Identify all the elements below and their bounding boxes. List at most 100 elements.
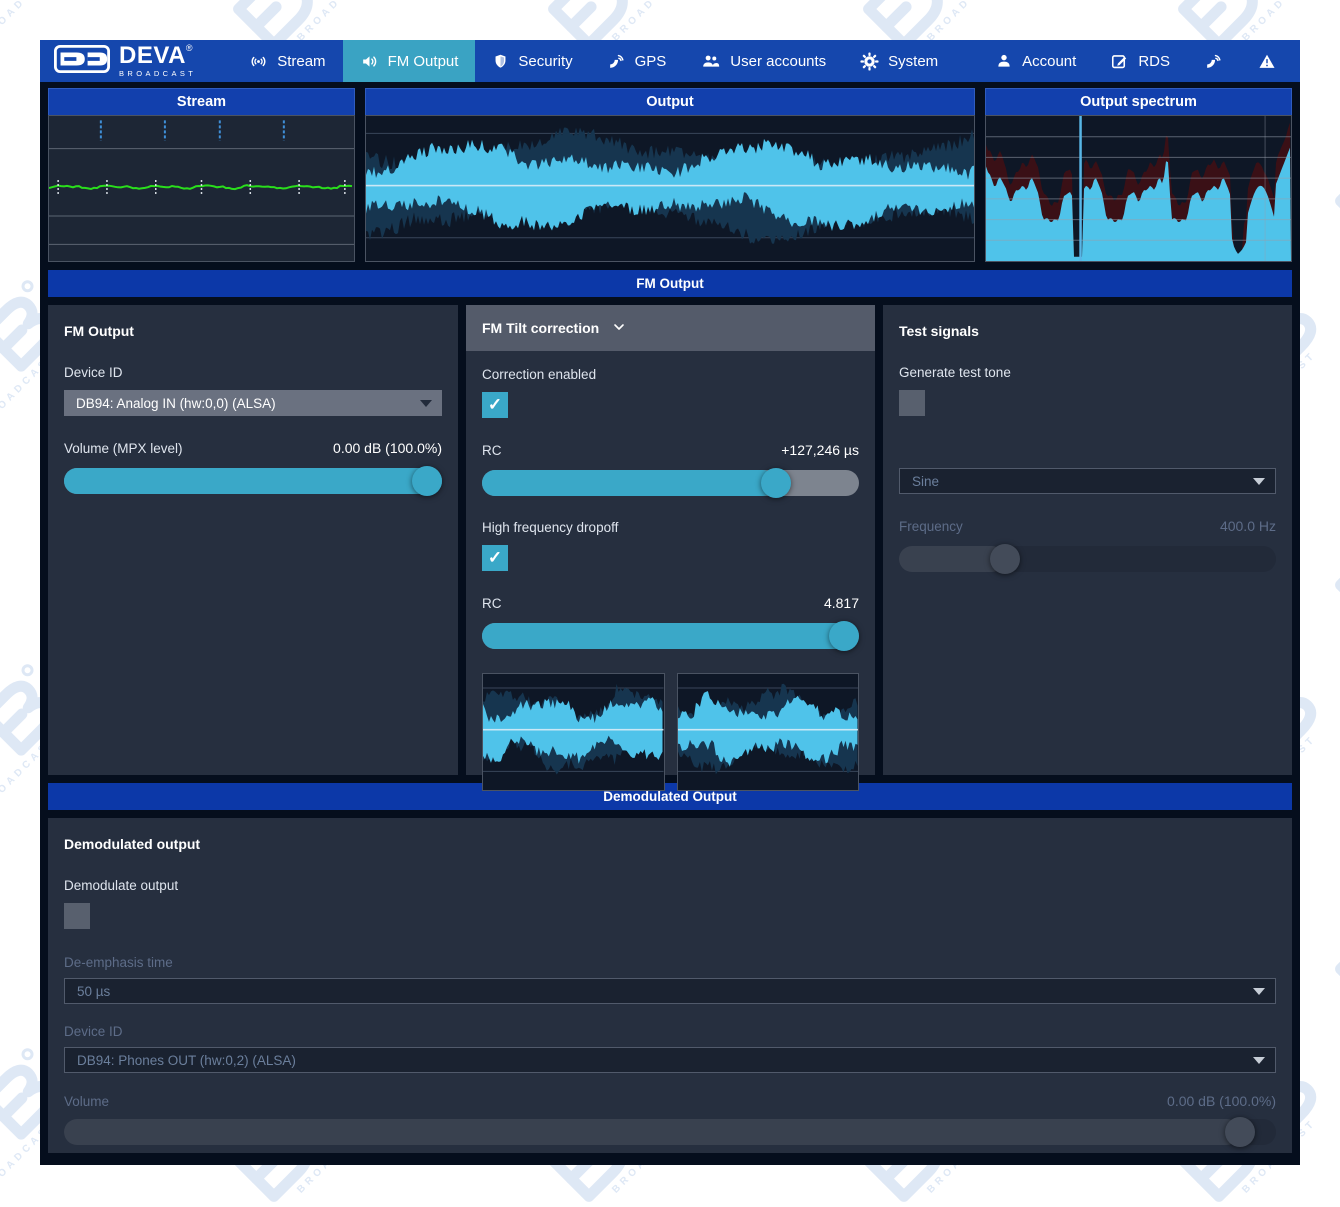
chevron-down-icon [611, 319, 627, 338]
frequency-slider[interactable] [899, 544, 1276, 574]
shield-icon [492, 52, 509, 71]
chevron-down-icon [420, 400, 432, 407]
slider-thumb[interactable] [829, 621, 859, 651]
deemphasis-label: De-emphasis time [64, 955, 173, 970]
registered-mark: ® [185, 43, 193, 54]
waveform-value: Sine [912, 473, 940, 489]
dropoff-label: High frequency dropoff [482, 520, 619, 535]
mpx-volume-label: Volume (MPX level) [64, 441, 183, 456]
test-signals-title: Test signals [899, 323, 979, 339]
test-tone-label: Generate test tone [899, 365, 1011, 380]
fm-output-section-bar: FM Output [48, 270, 1292, 297]
chevron-down-icon [1253, 1057, 1265, 1064]
output-monitor-title: Output [365, 88, 975, 115]
demodulate-output-label: Demodulate output [64, 878, 179, 893]
device-id-select[interactable]: DB94: Analog IN (hw:0,0) (ALSA) [64, 390, 442, 416]
tab-label: Stream [277, 52, 326, 70]
tilt-preview-row [482, 673, 859, 791]
chevron-down-icon [1253, 988, 1265, 995]
demod-volume-label: Volume [64, 1094, 110, 1109]
mpx-volume-value: 0.00 dB (100.0%) [333, 440, 442, 456]
brand-subtitle: BROADCAST [119, 69, 197, 79]
test-signals-panel: Test signals Generate test tone Sine Fre… [883, 305, 1292, 775]
tab-security[interactable]: Security [475, 40, 589, 82]
waveform-select[interactable]: Sine [899, 468, 1276, 494]
rc1-slider[interactable] [482, 468, 859, 498]
tab-label: User accounts [730, 52, 827, 70]
output-monitor: Output [365, 88, 975, 262]
demod-device-id-label: Device ID [64, 1024, 123, 1039]
tab-label: GPS [634, 52, 667, 70]
slider-thumb[interactable] [412, 466, 442, 496]
tab-system[interactable]: System [843, 40, 955, 82]
demodulate-output-checkbox[interactable] [64, 903, 90, 929]
correction-enabled-label: Correction enabled [482, 367, 597, 382]
demod-volume-value: 0.00 dB (100.0%) [1167, 1093, 1276, 1109]
chevron-down-icon [1253, 478, 1265, 485]
tab-user-accounts[interactable]: User accounts [683, 40, 843, 82]
alert-button[interactable] [1240, 40, 1294, 82]
fm-tilt-header-select[interactable]: FM Tilt correction [466, 305, 875, 351]
deva-logo-icon [53, 44, 111, 78]
dropoff-checkbox[interactable] [482, 545, 508, 571]
slider-fill [64, 1119, 1240, 1145]
deva-watermark: BROADCAST [1324, 468, 1340, 645]
deva-watermark: BROADCAST [1324, 852, 1340, 1029]
tab-label: System [888, 52, 939, 70]
rc2-slider[interactable] [482, 621, 859, 651]
stream-monitor: Stream [48, 88, 355, 262]
demod-device-id-value: DB94: Phones OUT (hw:0,2) (ALSA) [77, 1052, 296, 1068]
nav-tabs: Stream FM Output Security GPS User accou… [232, 40, 955, 82]
alert-icon [1257, 52, 1277, 71]
deemphasis-select[interactable]: 50 µs [64, 978, 1276, 1004]
slider-fill [899, 546, 1005, 572]
tab-fm-output[interactable]: FM Output [342, 40, 476, 82]
demod-device-id-select[interactable]: DB94: Phones OUT (hw:0,2) (ALSA) [64, 1047, 1276, 1073]
tab-stream[interactable]: Stream [232, 40, 342, 82]
gear-icon [860, 51, 879, 71]
tilt-waveform-after-chart [676, 673, 859, 791]
rds-menu[interactable]: RDS [1093, 40, 1187, 82]
account-menu[interactable]: Account [978, 40, 1093, 82]
nav-right-group: Account RDS [978, 40, 1300, 82]
output-spectrum-chart [985, 115, 1292, 262]
demodulated-output-title: Demodulated output [64, 836, 201, 852]
person-icon [995, 52, 1013, 70]
slider-thumb[interactable] [989, 544, 1020, 574]
tab-label: FM Output [387, 52, 459, 70]
deva-watermark: BROADCAST [1324, 84, 1340, 261]
frequency-value: 400.0 Hz [1219, 518, 1276, 534]
remote-connection-button[interactable] [1187, 40, 1240, 82]
slider-thumb[interactable] [1224, 1117, 1255, 1147]
tab-gps[interactable]: GPS [590, 40, 684, 82]
speaker-icon [360, 52, 379, 71]
fm-output-panel-title: FM Output [64, 323, 134, 339]
fm-tilt-header-label: FM Tilt correction [482, 320, 600, 336]
navbar: DEVA® BROADCAST Stream FM Output Securit… [40, 40, 1300, 82]
fm-tilt-panel: FM Tilt correction Correction enabled RC… [466, 305, 875, 791]
tab-label: Security [518, 52, 573, 70]
spectrum-monitor: Output spectrum [985, 88, 1292, 262]
spectrum-monitor-title: Output spectrum [985, 88, 1292, 115]
test-tone-checkbox[interactable] [899, 390, 925, 416]
slider-fill [64, 468, 442, 494]
demod-volume-slider[interactable] [64, 1117, 1276, 1147]
frequency-label: Frequency [899, 519, 963, 534]
mpx-volume-slider[interactable] [64, 466, 442, 496]
correction-enabled-checkbox[interactable] [482, 392, 508, 418]
rc2-label: RC [482, 596, 502, 611]
output-waveform-chart [365, 115, 975, 262]
deemphasis-value: 50 µs [77, 983, 111, 999]
satellite-icon [607, 52, 626, 71]
account-label: Account [1022, 52, 1077, 70]
device-id-value: DB94: Analog IN (hw:0,0) (ALSA) [76, 395, 276, 411]
tilt-waveform-before-chart [482, 673, 665, 791]
monitor-row: Stream Output Output spectrum [48, 88, 1292, 262]
stream-level-chart [48, 115, 355, 262]
brand-logo: DEVA® BROADCAST [40, 40, 209, 82]
broadcast-icon [249, 52, 268, 71]
slider-fill [482, 470, 777, 496]
slider-thumb[interactable] [761, 468, 792, 498]
rc1-label: RC [482, 443, 502, 458]
demodulated-output-panel: Demodulated output Demodulate output De-… [48, 818, 1292, 1153]
